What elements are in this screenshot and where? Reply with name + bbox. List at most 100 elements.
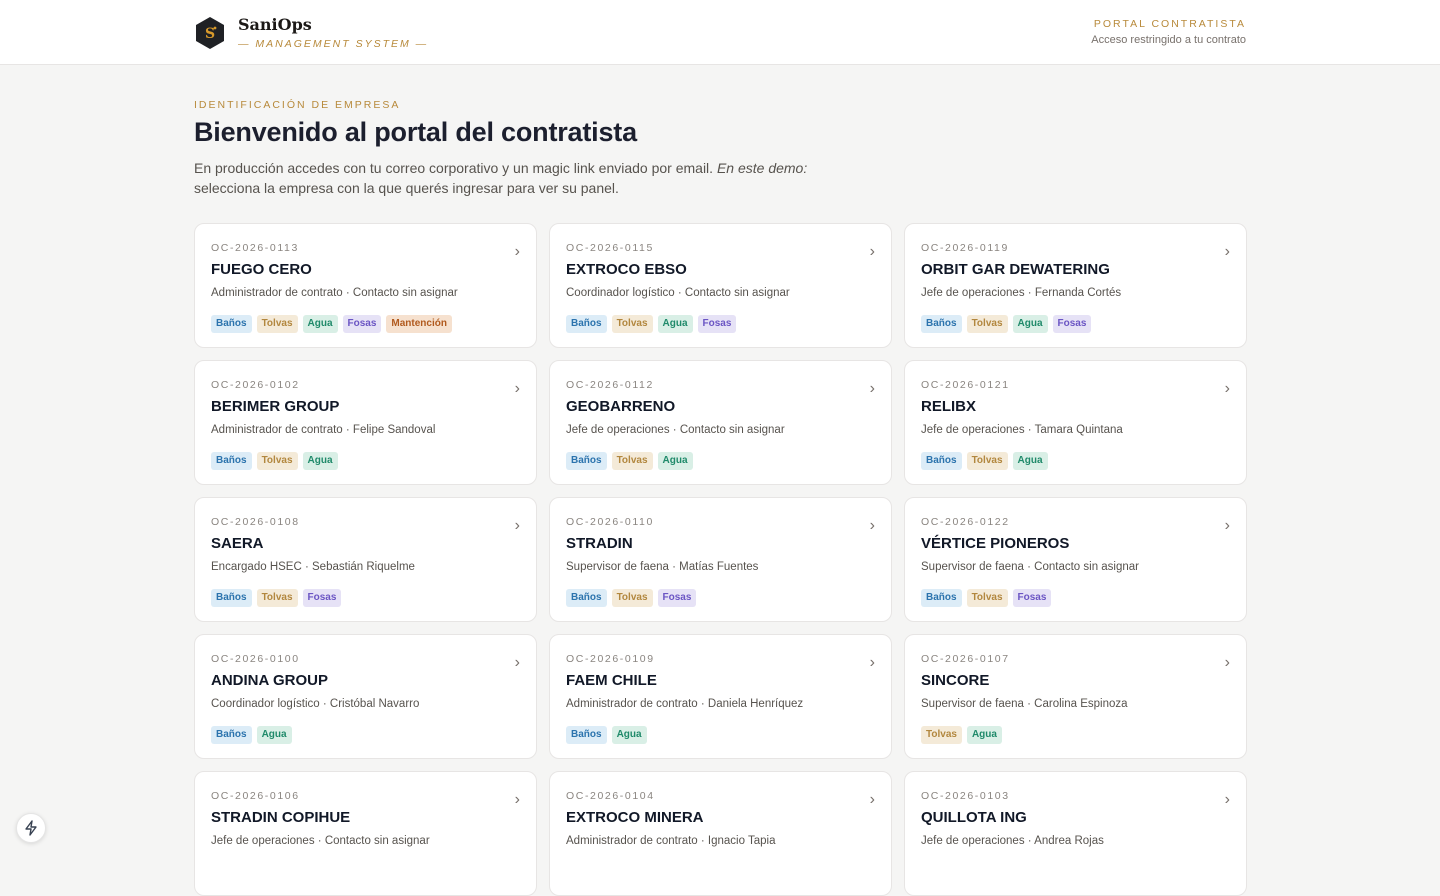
service-tag: Agua [657, 315, 693, 333]
company-meta: Administrador de contrato · Ignacio Tapi… [566, 834, 875, 848]
contact-name: Matías Fuentes [679, 561, 759, 573]
service-tags: Baños Tolvas Agua [566, 452, 875, 470]
contract-code: OC-2026-0100 [211, 653, 300, 665]
company-name: RELIBX [921, 398, 977, 415]
company-name: STRADIN COPIHUE [211, 809, 351, 826]
contract-code: OC-2026-0113 [211, 242, 299, 254]
intro-text: En producción accedes con tu correo corp… [194, 160, 717, 176]
saniops-logo-icon: S [196, 17, 224, 49]
chevron-right-icon: › [514, 654, 520, 671]
chevron-right-icon: › [869, 654, 875, 671]
service-tags: Baños Tolvas Agua [211, 452, 520, 470]
service-tags: Baños Agua [566, 726, 875, 744]
company-name: SINCORE [921, 672, 990, 689]
company-name: FUEGO CERO [211, 261, 312, 278]
service-tag: Agua [302, 452, 338, 470]
meta-separator: · [697, 835, 708, 847]
contract-code: OC-2026-0108 [211, 516, 300, 528]
service-tag: Baños [211, 726, 252, 744]
contract-code: OC-2026-0106 [211, 790, 300, 802]
company-meta: Administrador de contrato · Felipe Sando… [211, 423, 520, 437]
company-card[interactable]: OC-2026-0115 EXTROCO EBSO Coordinador logí… [549, 223, 892, 348]
chevron-right-icon: › [869, 243, 875, 260]
company-card[interactable]: OC-2026-0100 ANDINA GROUP Coordinador logí… [194, 634, 537, 759]
contact-role: Encargado HSEC [211, 561, 302, 573]
service-tag: Baños [211, 452, 252, 470]
company-card[interactable]: OC-2026-0109 FAEM CHILE Administrador de c… [549, 634, 892, 759]
service-tags: Baños Tolvas Fosas [921, 589, 1230, 607]
meta-separator: · [342, 424, 353, 436]
contact-name: Cristóbal Navarro [329, 698, 420, 710]
company-card[interactable]: OC-2026-0104 EXTROCO MINERA Administrador … [549, 771, 892, 896]
company-card[interactable]: OC-2026-0103 QUILLOTA ING Jefe de operacio… [904, 771, 1247, 896]
chevron-right-icon: › [1224, 791, 1230, 808]
portal-subtitle: Acceso restringido a tu contrato [1091, 34, 1246, 46]
contact-role: Jefe de operaciones [211, 835, 315, 847]
contract-code: OC-2026-0119 [921, 242, 1009, 254]
service-tag: Baños [566, 589, 607, 607]
contract-code: OC-2026-0112 [566, 379, 654, 391]
brand-subtitle: — MANAGEMENT SYSTEM — [238, 38, 429, 50]
company-name: ORBIT GAR DEWATERING [921, 261, 1110, 278]
service-tags: Baños Agua [211, 726, 520, 744]
service-tags: Baños Tolvas Agua [921, 452, 1230, 470]
company-card[interactable]: OC-2026-0110 STRADIN Supervisor de faena ·… [549, 497, 892, 622]
service-tag: Tolvas [966, 315, 1008, 333]
company-card[interactable]: OC-2026-0107 SINCORE Supervisor de faena ·… [904, 634, 1247, 759]
chevron-right-icon: › [1224, 380, 1230, 397]
contact-role: Supervisor de faena [921, 561, 1024, 573]
contact-name: Contacto sin asignar [679, 424, 785, 436]
service-tag: Fosas [1052, 315, 1092, 333]
service-tag: Tolvas [256, 589, 298, 607]
company-grid: OC-2026-0113 FUEGO CERO Administrador de c… [194, 223, 1247, 896]
company-meta: Jefe de operaciones · Fernanda Cortés [921, 286, 1230, 300]
company-meta: Jefe de operaciones · Contacto sin asign… [211, 834, 520, 848]
contact-role: Jefe de operaciones [921, 835, 1025, 847]
chevron-right-icon: › [869, 380, 875, 397]
intro-demo-label: En este demo: [716, 160, 808, 176]
meta-separator: · [301, 561, 313, 573]
meta-separator: · [1024, 835, 1035, 847]
company-name: FAEM CHILE [566, 672, 657, 689]
intro-text-rest: selecciona la empresa con la que querés … [194, 180, 619, 196]
contact-name: Contacto sin asignar [324, 835, 430, 847]
contact-role: Coordinador logístico [211, 698, 320, 710]
contract-code: OC-2026-0103 [921, 790, 1010, 802]
chevron-right-icon: › [869, 517, 875, 534]
company-name: BERIMER GROUP [211, 398, 340, 415]
service-tag: Fosas [697, 315, 737, 333]
service-tags: Baños Tolvas Agua Fosas [921, 315, 1230, 333]
service-tags: Tolvas Agua [921, 726, 1230, 744]
service-tag: Tolvas [921, 726, 962, 744]
company-card[interactable]: OC-2026-0119 ORBIT GAR DEWATERING Jefe de … [904, 223, 1247, 348]
dev-tools-button[interactable] [16, 813, 46, 843]
top-header: S SaniOps — MANAGEMENT SYSTEM — PORTAL C… [0, 0, 1440, 65]
brand[interactable]: S SaniOps — MANAGEMENT SYSTEM — [194, 15, 428, 51]
service-tag: Tolvas [256, 315, 298, 333]
company-meta: Administrador de contrato · Contacto sin… [211, 286, 520, 300]
company-name: QUILLOTA ING [921, 809, 1027, 826]
company-card[interactable]: OC-2026-0108 SAERA Encargado HSEC · Sebast… [194, 497, 537, 622]
company-name: STRADIN [566, 535, 633, 552]
company-card[interactable]: OC-2026-0113 FUEGO CERO Administrador de c… [194, 223, 537, 348]
company-card[interactable]: OC-2026-0106 STRADIN COPIHUE Jefe de opera… [194, 771, 537, 896]
contact-role: Coordinador logístico [566, 287, 675, 299]
company-card[interactable]: OC-2026-0102 BERIMER GROUP Administrador d… [194, 360, 537, 485]
meta-separator: · [668, 561, 680, 573]
company-card[interactable]: OC-2026-0122 VÉRTICE PIONEROS Supervisor d… [904, 497, 1247, 622]
chevron-right-icon: › [514, 243, 520, 260]
service-tags: Baños Tolvas Agua Fosas [566, 315, 875, 333]
company-card[interactable]: OC-2026-0121 RELIBX Jefe de operaciones · … [904, 360, 1247, 485]
company-meta: Coordinador logístico · Contacto sin asi… [566, 286, 875, 300]
company-card[interactable]: OC-2026-0112 GEOBARRENO Jefe de operacione… [549, 360, 892, 485]
meta-separator: · [1024, 287, 1035, 299]
portal-title: PORTAL CONTRATISTA [1093, 18, 1246, 30]
meta-separator: · [1023, 698, 1035, 710]
company-meta: Jefe de operaciones · Andrea Rojas [921, 834, 1230, 848]
chevron-right-icon: › [514, 380, 520, 397]
meta-separator: · [342, 287, 353, 299]
contact-role: Supervisor de faena [566, 561, 669, 573]
contact-role: Jefe de operaciones [921, 424, 1025, 436]
contact-name: Felipe Sandoval [352, 424, 436, 436]
service-tag: Tolvas [611, 589, 653, 607]
